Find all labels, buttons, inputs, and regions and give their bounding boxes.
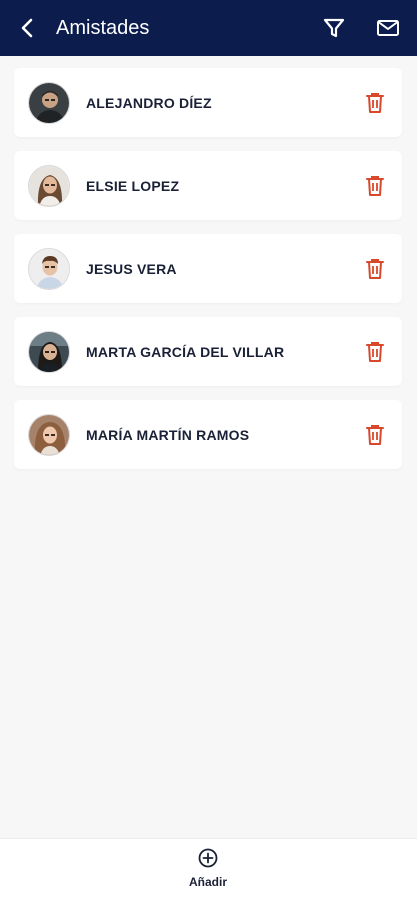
add-button-label: Añadir xyxy=(188,875,227,889)
mail-icon xyxy=(377,20,399,36)
delete-friend-button[interactable] xyxy=(364,423,386,447)
trash-icon xyxy=(366,93,384,113)
trash-icon xyxy=(366,342,384,362)
avatar xyxy=(28,248,70,290)
avatar xyxy=(28,165,70,207)
plus-circle-icon xyxy=(198,848,218,868)
friend-name: ELSIE LOPEZ xyxy=(86,178,180,194)
top-app-bar: Amistades xyxy=(0,0,417,56)
delete-friend-button[interactable] xyxy=(364,174,386,198)
add-friend-button[interactable]: Añadir xyxy=(178,847,238,895)
friend-name: ALEJANDRO DÍEZ xyxy=(86,95,212,111)
friend-name: MARTA GARCÍA DEL VILLAR xyxy=(86,344,285,360)
friend-card[interactable]: MARTA GARCÍA DEL VILLAR xyxy=(14,317,402,386)
page-title: Amistades xyxy=(56,17,150,39)
friend-card[interactable]: ALEJANDRO DÍEZ xyxy=(14,68,402,137)
mail-button[interactable] xyxy=(374,14,402,42)
app-screen: Amistades ALEJANDRO DÍEZ ELSIE LOPEZ JES… xyxy=(0,0,417,900)
avatar xyxy=(28,82,70,124)
delete-friend-button[interactable] xyxy=(364,257,386,281)
trash-icon xyxy=(366,425,384,445)
trash-icon xyxy=(366,176,384,196)
filter-button[interactable] xyxy=(320,14,348,42)
delete-friend-button[interactable] xyxy=(364,91,386,115)
bottom-action-bar: Añadir xyxy=(0,838,417,900)
filter-icon xyxy=(323,18,345,38)
friends-list: ALEJANDRO DÍEZ ELSIE LOPEZ JESUS VERA MA… xyxy=(14,68,402,483)
avatar xyxy=(28,414,70,456)
friend-name: MARÍA MARTÍN RAMOS xyxy=(86,427,250,443)
trash-icon xyxy=(366,259,384,279)
friend-card[interactable]: MARÍA MARTÍN RAMOS xyxy=(14,400,402,469)
chevron-left-icon xyxy=(21,18,33,38)
avatar xyxy=(28,331,70,373)
delete-friend-button[interactable] xyxy=(364,340,386,364)
friend-card[interactable]: JESUS VERA xyxy=(14,234,402,303)
friend-name: JESUS VERA xyxy=(86,261,177,277)
back-button[interactable] xyxy=(14,14,42,42)
friend-card[interactable]: ELSIE LOPEZ xyxy=(14,151,402,220)
